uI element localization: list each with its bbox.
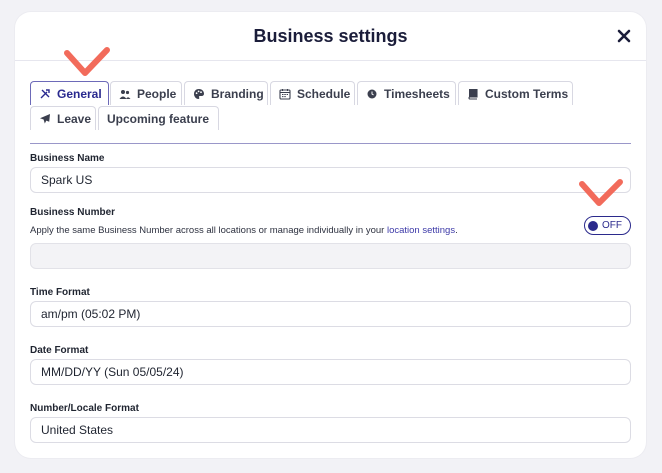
tab-branding[interactable]: Branding <box>184 81 268 105</box>
palette-icon <box>193 88 205 100</box>
tab-label: Custom Terms <box>485 86 569 101</box>
checkmark-annotation-icon <box>64 47 110 76</box>
toggle-knob <box>588 220 598 231</box>
toggle-label: OFF <box>602 220 622 231</box>
locale-format-select[interactable]: United States <box>30 417 631 443</box>
tab-label: Schedule <box>297 86 351 101</box>
business-number-input[interactable] <box>30 243 631 269</box>
tab-label: Leave <box>57 111 92 126</box>
plane-icon <box>39 113 51 125</box>
business-number-label: Business Number <box>30 207 116 218</box>
tab-timesheets[interactable]: Timesheets <box>357 81 456 105</box>
clock-icon <box>366 88 378 100</box>
checkmark-annotation-icon <box>579 179 623 206</box>
time-format-select[interactable]: am/pm (05:02 PM) <box>30 301 631 327</box>
locale-format-label: Number/Locale Format <box>30 403 139 414</box>
tab-schedule[interactable]: Schedule <box>270 81 355 105</box>
business-name-label: Business Name <box>30 153 105 164</box>
close-button[interactable] <box>614 26 634 46</box>
tab-leave[interactable]: Leave <box>30 106 96 130</box>
tab-general[interactable]: General <box>30 81 109 105</box>
time-format-label: Time Format <box>30 287 90 298</box>
tab-label: General <box>57 86 102 101</box>
tab-label: Timesheets <box>384 86 450 101</box>
helper-text: Apply the same Business Number across al… <box>30 225 387 236</box>
tab-label: Branding <box>211 86 264 101</box>
close-icon <box>617 29 631 43</box>
helper-suffix: . <box>455 225 458 236</box>
book-icon <box>467 88 479 100</box>
calendar-icon <box>279 88 291 100</box>
tab-custom-terms[interactable]: Custom Terms <box>458 81 573 105</box>
location-settings-link[interactable]: location settings <box>387 225 455 236</box>
people-icon <box>119 88 131 100</box>
tab-people[interactable]: People <box>110 81 182 105</box>
tab-label: Upcoming feature <box>107 111 210 126</box>
business-number-helper: Apply the same Business Number across al… <box>30 225 458 236</box>
date-format-label: Date Format <box>30 345 89 356</box>
business-name-input[interactable]: Spark US <box>30 167 631 193</box>
business-number-toggle[interactable]: OFF <box>584 216 631 235</box>
date-format-select[interactable]: MM/DD/YY (Sun 05/05/24) <box>30 359 631 385</box>
modal-title: Business settings <box>253 26 408 46</box>
tools-icon <box>39 88 51 100</box>
tab-label: People <box>137 86 177 101</box>
tab-bar: General People Branding Schedule Timeshe… <box>30 81 631 144</box>
tab-upcoming-feature[interactable]: Upcoming feature <box>98 106 219 130</box>
